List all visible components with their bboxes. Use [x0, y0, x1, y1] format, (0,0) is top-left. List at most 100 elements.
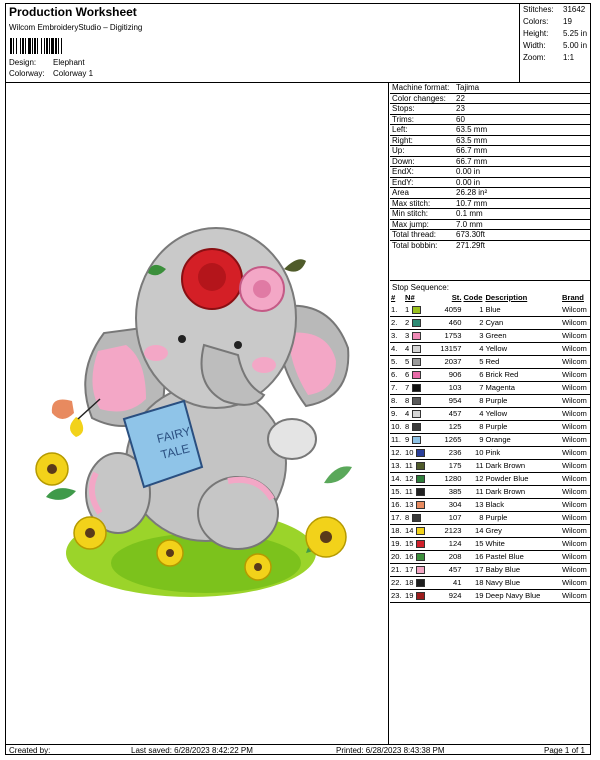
stat-row: Left: 63.5 mm: [390, 125, 591, 136]
page-title: Production Worksheet: [9, 5, 137, 19]
table-row: 3. 3 1753 3 Green Wilcom: [390, 329, 591, 343]
thread-brand: Wilcom: [561, 446, 591, 460]
needle-number: 17: [405, 565, 414, 574]
stat-value: 673.30ft: [456, 230, 485, 239]
software-name: Wilcom EmbroideryStudio – Digitizing: [9, 23, 143, 32]
summary-colors: Colors: 19: [523, 17, 572, 26]
table-row: 9. 4 457 4 Yellow Wilcom: [390, 407, 591, 421]
stitch-count: 103: [426, 381, 463, 395]
thread-brand: Wilcom: [561, 433, 591, 447]
machine-stats: Machine format: Tajima Color changes: 22 Sto…: [390, 83, 591, 281]
needle-number: 9: [405, 435, 410, 444]
thread-brand: Wilcom: [561, 576, 591, 590]
stat-row: Total thread: 673.30ft: [390, 230, 591, 241]
stat-value: 60: [456, 114, 465, 124]
leaf: [324, 466, 352, 484]
thread-description: Magenta: [484, 381, 561, 395]
stitch-count: 1280: [426, 472, 463, 486]
colorway-label: Colorway:: [9, 69, 45, 78]
stat-row: Max jump: 7.0 mm: [390, 220, 591, 230]
stat-label: Machine format:: [392, 83, 450, 92]
col-code: Code: [463, 293, 483, 302]
table-row: 4. 4 13157 4 Yellow Wilcom: [390, 342, 591, 356]
row-index: 7.: [390, 381, 404, 395]
stat-value: 23: [456, 104, 465, 113]
table-header-row: # N# St. Code Description Brand: [390, 292, 591, 304]
stat-value: 22: [456, 93, 465, 103]
stitch-count: 124: [426, 537, 463, 551]
table-row: 16. 13 304 13 Black Wilcom: [390, 498, 591, 512]
thread-brand: Wilcom: [561, 498, 591, 512]
needle-number: 8: [405, 513, 410, 522]
stitch-count: 954: [426, 394, 463, 408]
thread-description: Orange: [484, 433, 561, 447]
thread-brand: Wilcom: [561, 420, 591, 434]
left-cheek: [144, 345, 168, 361]
color-swatch: [412, 371, 422, 379]
needle-number: 1: [405, 305, 410, 314]
color-swatch: [416, 475, 426, 483]
color-swatch: [416, 579, 426, 587]
thread-brand: Wilcom: [561, 316, 591, 330]
summary-height: Height: 5.25 in: [523, 29, 588, 38]
thread-description: White: [484, 537, 561, 551]
stat-value: 0.00 in: [456, 167, 481, 176]
stat-row: Area 26.28 in²: [390, 188, 591, 199]
stitch-count: 107: [426, 511, 463, 525]
printed-date: Printed: 6/28/2023 8:43:38 PM: [336, 746, 445, 755]
table-row: 10. 8 125 8 Purple Wilcom: [390, 420, 591, 434]
stitch-count: 175: [426, 459, 463, 473]
color-swatch: [412, 306, 422, 314]
thread-brand: Wilcom: [561, 485, 591, 499]
needle-number: 16: [405, 552, 414, 561]
stat-row: Total bobbin: 271.29ft: [390, 241, 591, 252]
thread-description: Black: [484, 498, 561, 512]
thread-brand: Wilcom: [561, 589, 591, 603]
row-index: 16.: [390, 498, 404, 512]
col-brand: Brand: [562, 293, 584, 302]
needle-number: 18: [405, 578, 414, 587]
colorway-name: Colorway 1: [53, 69, 94, 78]
table-row: 5. 5 2037 5 Red Wilcom: [390, 355, 591, 369]
stat-row: EndX: 0.00 in: [390, 167, 591, 178]
table-row: 12. 10 236 10 Pink Wilcom: [390, 446, 591, 460]
thread-brand: Wilcom: [561, 381, 591, 395]
col-description: Description: [485, 293, 528, 302]
design-line: Design: Elephant: [9, 58, 85, 67]
table-row: 2. 2 460 2 Cyan Wilcom: [390, 316, 591, 330]
col-needle: N#: [405, 293, 415, 302]
thread-description: Navy Blue: [484, 576, 561, 590]
thread-brand: Wilcom: [561, 394, 591, 408]
needle-number: 5: [405, 357, 410, 366]
right-cheek: [252, 357, 276, 373]
stat-label: Color changes:: [392, 93, 446, 103]
stitch-count: 457: [426, 563, 463, 577]
thread-code: 8: [462, 394, 485, 408]
row-index: 12.: [390, 446, 404, 460]
right-hand: [267, 418, 317, 460]
stitch-count: 1265: [426, 433, 463, 447]
thread-code: 4: [462, 407, 485, 421]
table-row: 18. 14 2123 14 Grey Wilcom: [390, 524, 591, 538]
design-name: Elephant: [53, 58, 85, 67]
thread-description: Blue: [484, 304, 561, 317]
stat-row: Color changes: 22: [390, 93, 591, 104]
color-swatch: [412, 345, 422, 353]
stat-row: EndY: 0.00 in: [390, 178, 591, 188]
stitch-count: 236: [426, 446, 463, 460]
stat-value: 66.7 mm: [456, 146, 488, 155]
color-swatch: [412, 384, 422, 392]
thread-code: 16: [462, 550, 485, 564]
summary-width: Width: 5.00 in: [523, 41, 588, 50]
table-row: 14. 12 1280 12 Powder Blue Wilcom: [390, 472, 591, 486]
needle-number: 10: [405, 448, 414, 457]
table-row: 15. 11 385 11 Dark Brown Wilcom: [390, 485, 591, 499]
stat-row: Down: 66.7 mm: [390, 157, 591, 167]
table-row: 20. 16 208 16 Pastel Blue Wilcom: [390, 550, 591, 564]
needle-number: 4: [405, 344, 410, 353]
colorway-line: Colorway: Colorway 1: [9, 69, 93, 78]
color-swatch: [416, 566, 426, 574]
thread-code: 9: [462, 433, 485, 447]
table-row: 17. 8 107 8 Purple Wilcom: [390, 511, 591, 525]
table-row: 23. 19 924 19 Deep Navy Blue Wilcom: [390, 589, 591, 603]
